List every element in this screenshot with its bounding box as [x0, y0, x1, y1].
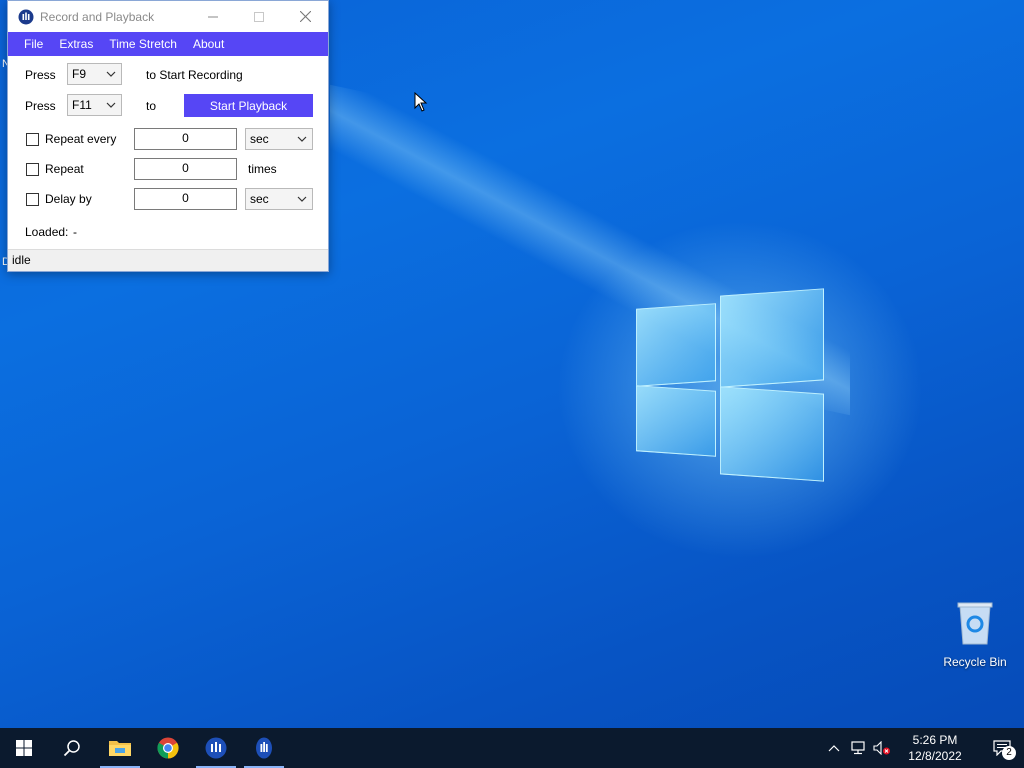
clock-date: 12/8/2022	[908, 749, 962, 763]
taskbar-app-record-playback-2[interactable]	[240, 728, 288, 768]
start-playback-button[interactable]: Start Playback	[184, 94, 313, 117]
delay-by-input[interactable]: 0	[134, 188, 237, 210]
app-icon	[205, 737, 227, 759]
menu-bar: File Extras Time Stretch About	[8, 32, 328, 56]
clock[interactable]: 5:26 PM 12/8/2022	[900, 732, 970, 764]
maximize-icon	[254, 11, 264, 22]
menu-file[interactable]: File	[16, 32, 51, 56]
taskbar-chrome[interactable]	[144, 728, 192, 768]
chevron-down-icon	[297, 196, 307, 202]
notification-count-badge: 2	[1002, 746, 1016, 760]
repeat-every-label: Repeat every	[45, 132, 117, 146]
close-icon	[299, 11, 311, 22]
network-button[interactable]	[846, 728, 870, 768]
playback-hotkey-value: F11	[72, 98, 92, 112]
menu-time-stretch[interactable]: Time Stretch	[101, 32, 185, 56]
mouse-cursor-icon	[414, 92, 428, 112]
maximize-button[interactable]	[236, 1, 282, 32]
search-icon	[63, 740, 80, 757]
record-playback-window: Record and Playback File Extras Time Str…	[7, 0, 329, 272]
repeat-unit-label: times	[248, 162, 277, 176]
app-icon	[256, 737, 272, 759]
minimize-icon	[208, 16, 218, 17]
close-button[interactable]	[282, 1, 328, 32]
chrome-icon	[157, 737, 179, 759]
folder-icon	[109, 741, 131, 756]
menu-extras[interactable]: Extras	[51, 32, 101, 56]
delay-by-checkbox[interactable]	[26, 193, 39, 206]
repeat-every-unit-value: sec	[250, 132, 269, 146]
record-hotkey-select[interactable]: F9	[67, 63, 122, 85]
chevron-down-icon	[106, 71, 116, 77]
delay-by-label: Delay by	[45, 192, 92, 206]
recycle-bin-icon	[957, 602, 993, 645]
show-hidden-icons-button[interactable]	[822, 728, 846, 768]
chevron-down-icon	[106, 102, 116, 108]
minimize-button[interactable]	[190, 1, 236, 32]
repeat-checkbox[interactable]	[26, 163, 39, 176]
taskbar-file-explorer[interactable]	[96, 728, 144, 768]
action-center-button[interactable]: 2	[980, 728, 1024, 768]
window-title: Record and Playback	[40, 9, 155, 24]
wallpaper-windows-logo	[636, 288, 824, 482]
repeat-label: Repeat	[45, 162, 84, 176]
menu-about[interactable]: About	[185, 32, 232, 56]
delay-by-unit-value: sec	[250, 192, 269, 206]
record-hint-label: to Start Recording	[146, 68, 243, 82]
record-hotkey-value: F9	[72, 67, 87, 81]
loaded-label: Loaded:	[25, 225, 69, 239]
repeat-every-unit-select[interactable]: sec	[245, 128, 313, 150]
recycle-bin-shortcut[interactable]: Recycle Bin	[940, 600, 1010, 669]
chevron-up-icon	[828, 745, 840, 752]
playback-press-label: Press	[25, 99, 56, 113]
taskbar: 5:26 PM 12/8/2022 2	[0, 728, 1024, 768]
chevron-down-icon	[297, 136, 307, 142]
volume-muted-icon	[873, 741, 890, 755]
settings-form: Press F9 to Start Recording Press F11 to…	[8, 56, 328, 251]
record-press-label: Press	[25, 68, 56, 82]
network-icon	[851, 741, 865, 755]
playback-hotkey-select[interactable]: F11	[67, 94, 122, 116]
playback-to-label: to	[146, 99, 157, 113]
repeat-every-input[interactable]: 0	[134, 128, 237, 150]
volume-button[interactable]	[870, 728, 894, 768]
repeat-every-checkbox[interactable]	[26, 133, 39, 146]
clock-time: 5:26 PM	[912, 733, 958, 747]
search-button[interactable]	[48, 728, 96, 768]
system-tray: 5:26 PM 12/8/2022 2	[822, 728, 1024, 768]
recycle-bin-label: Recycle Bin	[943, 655, 1007, 669]
loaded-value: -	[73, 225, 77, 239]
title-bar[interactable]: Record and Playback	[8, 1, 328, 32]
app-icon	[18, 9, 34, 24]
delay-by-unit-select[interactable]: sec	[245, 188, 313, 210]
repeat-count-input[interactable]: 0	[134, 158, 237, 180]
status-bar: idle	[8, 249, 328, 271]
taskbar-app-record-playback[interactable]	[192, 728, 240, 768]
start-button[interactable]	[0, 728, 48, 768]
windows-icon	[16, 740, 32, 756]
